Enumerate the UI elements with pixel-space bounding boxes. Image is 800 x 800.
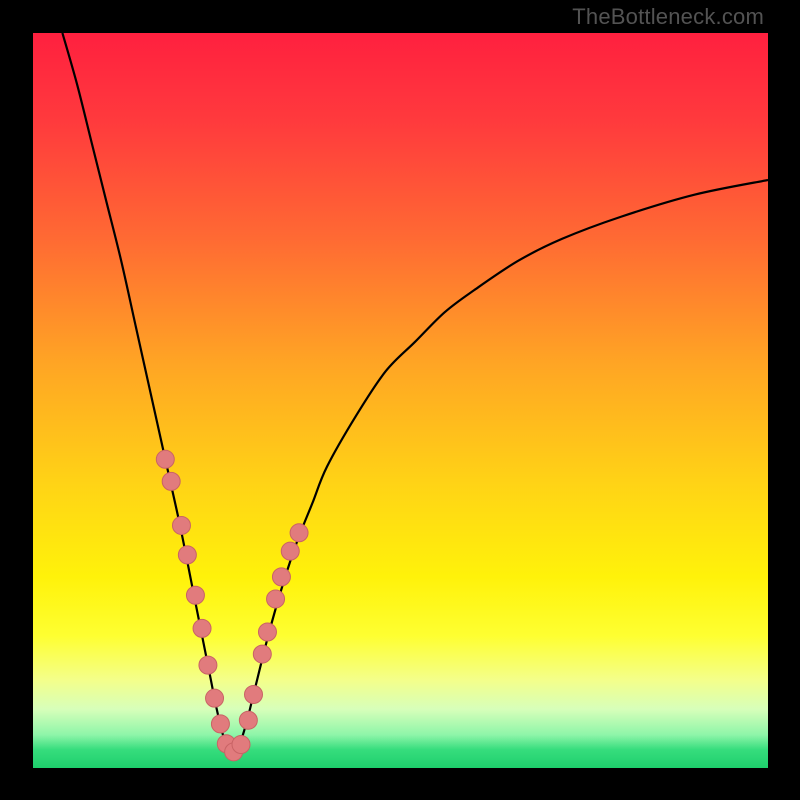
gradient-background [33,33,768,768]
data-marker [193,619,211,637]
data-marker [186,586,204,604]
data-marker [211,715,229,733]
data-marker [162,472,180,490]
data-marker [156,450,174,468]
data-marker [267,590,285,608]
chart-svg [33,33,768,768]
image-frame: TheBottleneck.com [0,0,800,800]
data-marker [245,686,263,704]
data-marker [290,524,308,542]
data-marker [172,516,190,534]
data-marker [281,542,299,560]
data-marker [206,689,224,707]
plot-area [33,33,768,768]
watermark-text: TheBottleneck.com [572,4,764,30]
data-marker [272,568,290,586]
data-marker [232,735,250,753]
data-marker [253,645,271,663]
data-marker [178,546,196,564]
data-marker [239,711,257,729]
data-marker [258,623,276,641]
data-marker [199,656,217,674]
